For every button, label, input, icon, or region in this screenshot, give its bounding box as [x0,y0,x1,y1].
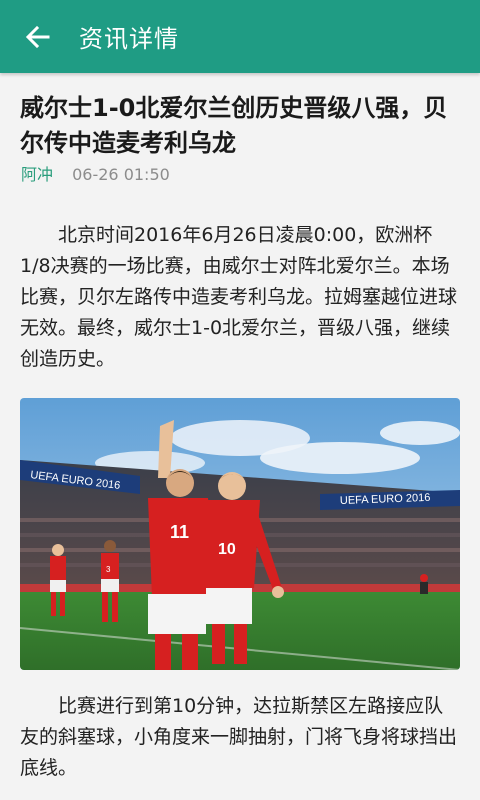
article-content[interactable]: 威尔士1-0北爱尔兰创历史晋级八强，贝尔传中造麦考利乌龙 阿冲 06-26 01… [0,73,480,800]
article-meta: 阿冲 06-26 01:50 [21,165,170,185]
article-paragraph: 比赛进行到第10分钟，达拉斯禁区左路接应队友的斜塞球，小角度来一脚抽射，门将飞身… [20,695,458,779]
shirt-number-11: 11 [170,522,189,542]
arrow-left-icon [25,25,50,48]
page-title: 资讯详情 [79,25,179,53]
article-photo[interactable]: UEFA EURO 2016 UEFA EURO 2016 3 11 10 [20,398,460,670]
article-time: 06-26 01:50 [72,165,170,184]
article-paragraph: 北京时间2016年6月26日凌晨0:00，欧洲杯1/8决赛的一场比赛，由威尔士对… [20,224,458,370]
article-author[interactable]: 阿冲 [21,165,53,184]
back-button[interactable] [17,16,59,58]
app-bar: 资讯详情 [0,0,480,73]
shirt-number-3: 3 [106,565,111,574]
shirt-number-10: 10 [218,541,236,558]
article-title: 威尔士1-0北爱尔兰创历史晋级八强，贝尔传中造麦考利乌龙 [20,94,448,157]
